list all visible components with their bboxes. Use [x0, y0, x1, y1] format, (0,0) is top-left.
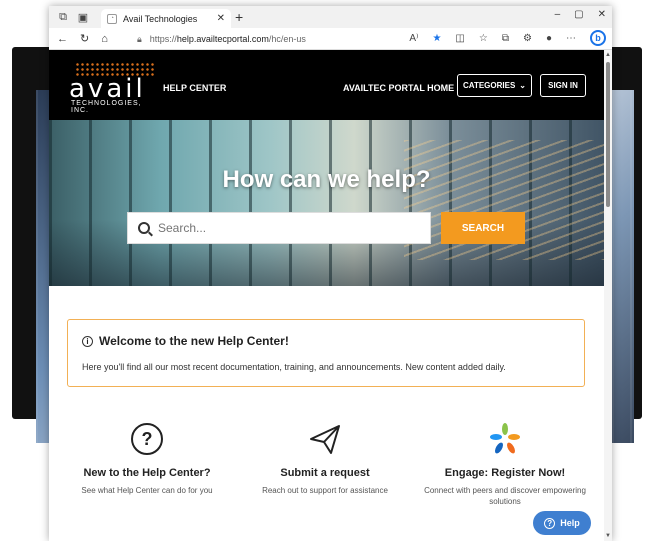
- browser-window: ⧉ ▣ ◔ Avail Technologies ✕ + – ▢ ✕ ← ↻ ⌂…: [49, 6, 612, 541]
- welcome-notice: i Welcome to the new Help Center! Here y…: [67, 319, 585, 387]
- help-widget-button[interactable]: ? Help: [533, 511, 591, 535]
- avail-logo[interactable]: avail TECHNOLOGIES, INC.: [69, 62, 159, 114]
- sign-in-button[interactable]: SIGN IN: [540, 74, 586, 97]
- welcome-heading: i Welcome to the new Help Center!: [82, 334, 289, 348]
- back-icon[interactable]: ←: [57, 33, 68, 45]
- site-header: avail TECHNOLOGIES, INC. HELP CENTER AVA…: [49, 50, 604, 120]
- tab-title: Avail Technologies: [123, 13, 198, 24]
- feature-desc: See what Help Center can do for you: [81, 486, 213, 495]
- profile-avatar-icon[interactable]: ●: [546, 33, 552, 44]
- window-controls: – ▢ ✕: [555, 9, 606, 20]
- bing-icon[interactable]: b: [590, 30, 606, 46]
- welcome-title: Welcome to the new Help Center!: [99, 334, 289, 348]
- search-box[interactable]: [127, 212, 431, 244]
- hero-banner: How can we help? SEARCH: [49, 120, 604, 286]
- collections-icon[interactable]: ⧉: [502, 33, 509, 44]
- lock-icon: 🔒︎: [137, 33, 142, 44]
- url-field[interactable]: 🔒︎ https:// help.availtecportal.com /hc/…: [137, 31, 387, 47]
- more-menu-icon[interactable]: ⋯: [566, 33, 576, 44]
- scroll-down-icon[interactable]: ▼: [605, 533, 611, 539]
- chevron-down-icon: ⌄: [519, 81, 526, 90]
- help-center-label: HELP CENTER: [163, 83, 227, 93]
- split-screen-icon[interactable]: ◫: [455, 33, 464, 44]
- address-bar-row: ← ↻ ⌂ 🔒︎ https:// help.availtecportal.co…: [49, 28, 612, 50]
- help-question-icon: ?: [544, 517, 556, 529]
- tab-close-icon[interactable]: ✕: [217, 13, 225, 24]
- url-path: /hc/en-us: [268, 34, 306, 44]
- portal-home-link[interactable]: AVAILTEC PORTAL HOME: [343, 83, 454, 93]
- new-tab-button[interactable]: +: [235, 9, 243, 25]
- tab-favicon-icon: ◔: [107, 13, 117, 24]
- minimize-button[interactable]: –: [555, 9, 561, 20]
- search-input[interactable]: [158, 221, 418, 235]
- logo-subtitle: TECHNOLOGIES, INC.: [71, 100, 142, 114]
- workspaces-icon[interactable]: ⧉: [53, 7, 73, 27]
- question-circle-icon: ?: [131, 423, 163, 455]
- feature-new-to-help-center[interactable]: ? New to the Help Center? See what Help …: [57, 421, 237, 496]
- search-icon: [138, 222, 150, 234]
- feature-title: Submit a request: [280, 467, 370, 479]
- read-aloud-icon[interactable]: A⁾: [409, 33, 418, 44]
- info-icon: i: [82, 335, 93, 347]
- address-bar-actions: A⁾ ★ ◫ ☆ ⧉ ⚙ ● ⋯ b: [409, 30, 606, 46]
- refresh-icon[interactable]: ↻: [80, 32, 89, 45]
- favorites-icon[interactable]: ☆: [479, 33, 488, 44]
- feature-submit-request[interactable]: Submit a request Reach out to support fo…: [235, 421, 415, 496]
- favorite-star-icon[interactable]: ★: [432, 33, 441, 44]
- url-host: help.availtecportal.com: [176, 34, 269, 44]
- feature-title: Engage: Register Now!: [444, 467, 566, 479]
- browser-titlebar: ⧉ ▣ ◔ Avail Technologies ✕ + – ▢ ✕: [49, 6, 612, 28]
- extensions-icon[interactable]: ⚙: [523, 33, 532, 44]
- close-window-button[interactable]: ✕: [598, 9, 606, 20]
- screenshot-stage: ⧉ ▣ ◔ Avail Technologies ✕ + – ▢ ✕ ← ↻ ⌂…: [0, 0, 650, 541]
- engage-logo-icon: [490, 423, 520, 454]
- paper-plane-icon: [310, 425, 340, 454]
- feature-engage-register[interactable]: Engage: Register Now! Connect with peers…: [415, 421, 595, 507]
- feature-desc: Reach out to support for assistance: [262, 486, 388, 495]
- home-icon[interactable]: ⌂: [101, 33, 108, 45]
- scroll-up-icon[interactable]: ▲: [605, 52, 611, 58]
- categories-label: CATEGORIES: [462, 81, 516, 90]
- help-widget-label: Help: [560, 518, 580, 528]
- maximize-button[interactable]: ▢: [574, 9, 583, 20]
- welcome-text: Here you'll find all our most recent doc…: [82, 362, 506, 372]
- tab-actions-icon[interactable]: ▣: [73, 7, 93, 27]
- scrollbar-thumb[interactable]: [606, 62, 610, 207]
- search-button[interactable]: SEARCH: [441, 212, 525, 244]
- feature-desc: Connect with peers and discover empoweri…: [424, 486, 586, 506]
- browser-tab[interactable]: ◔ Avail Technologies ✕: [101, 9, 231, 28]
- feature-title: New to the Help Center?: [83, 467, 211, 479]
- hero-title: How can we help?: [222, 166, 431, 193]
- url-prefix: https://: [149, 34, 177, 44]
- categories-button[interactable]: CATEGORIES ⌄: [457, 74, 532, 97]
- page-scrollbar[interactable]: ▲ ▼: [604, 50, 612, 541]
